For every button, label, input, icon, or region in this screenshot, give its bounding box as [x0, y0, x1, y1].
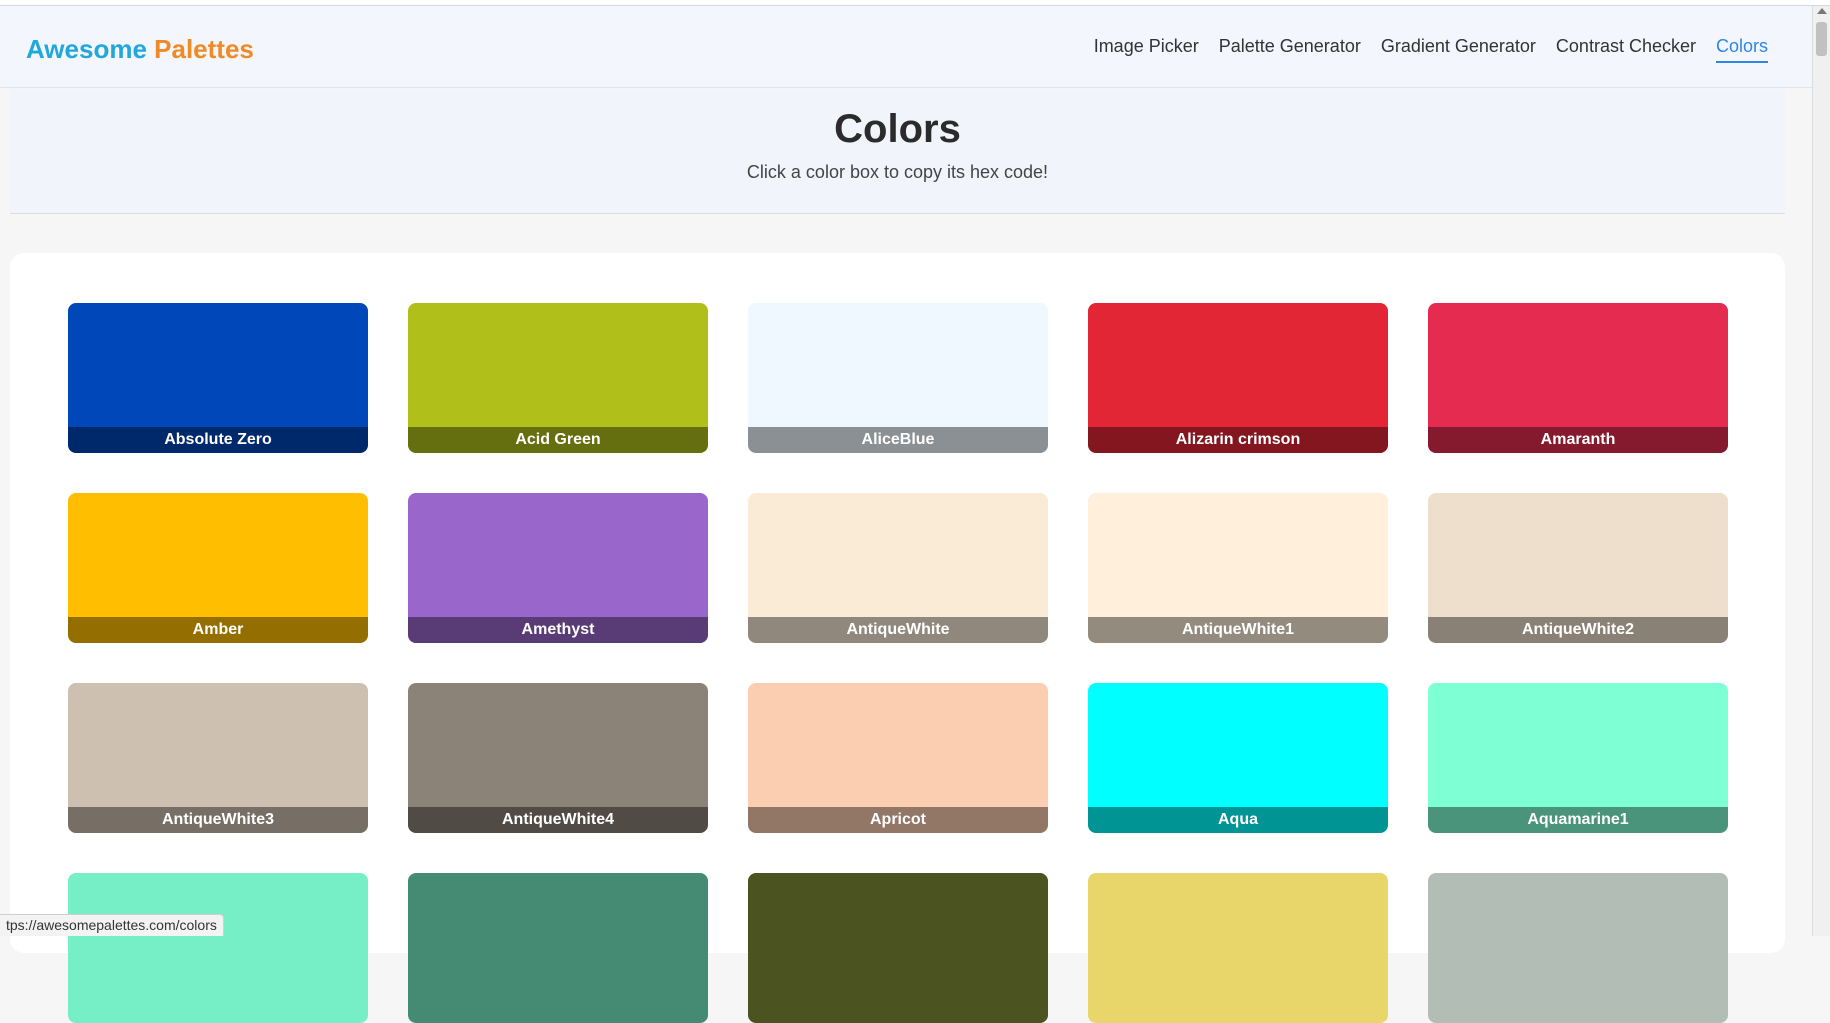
- color-card-amber[interactable]: Amber: [68, 493, 368, 643]
- color-card-antiquewhite4[interactable]: AntiqueWhite4: [408, 683, 708, 833]
- logo-text-awesome: Awesome: [26, 34, 147, 64]
- color-grid: Absolute Zero Acid Green AliceBlue Aliza…: [68, 303, 1728, 1023]
- link-status-bar: tps://awesomepalettes.com/colors: [0, 914, 224, 936]
- color-card-aquamarine1[interactable]: Aquamarine1: [1428, 683, 1728, 833]
- color-card-label: Amber: [68, 617, 368, 643]
- color-card-label: AntiqueWhite: [748, 617, 1048, 643]
- color-card-antiquewhite3[interactable]: AntiqueWhite3: [68, 683, 368, 833]
- color-card-label: AntiqueWhite3: [68, 807, 368, 833]
- vertical-scrollbar[interactable]: [1812, 6, 1830, 936]
- nav-palette-generator[interactable]: Palette Generator: [1219, 36, 1361, 63]
- color-card-label: Absolute Zero: [68, 427, 368, 453]
- color-grid-panel: Absolute Zero Acid Green AliceBlue Aliza…: [10, 253, 1785, 953]
- color-card-label: Amaranth: [1428, 427, 1728, 453]
- color-card-row4-4[interactable]: [1088, 873, 1388, 1023]
- nav-contrast-checker[interactable]: Contrast Checker: [1556, 36, 1696, 63]
- color-card-label: AntiqueWhite1: [1088, 617, 1388, 643]
- logo-text-palettes: Palettes: [154, 34, 254, 64]
- site-header: Awesome Palettes Image Picker Palette Ge…: [0, 6, 1812, 88]
- color-card-row4-3[interactable]: [748, 873, 1048, 1023]
- color-card-row4-5[interactable]: [1428, 873, 1728, 1023]
- color-card-aliceblue[interactable]: AliceBlue: [748, 303, 1048, 453]
- page-title: Colors: [10, 107, 1785, 152]
- color-card-amethyst[interactable]: Amethyst: [408, 493, 708, 643]
- color-card-row4-2[interactable]: [408, 873, 708, 1023]
- color-card-antiquewhite2[interactable]: AntiqueWhite2: [1428, 493, 1728, 643]
- main-nav: Image Picker Palette Generator Gradient …: [1094, 36, 1768, 63]
- page-hero: Colors Click a color box to copy its hex…: [10, 89, 1785, 214]
- color-card-aqua[interactable]: Aqua: [1088, 683, 1388, 833]
- color-card-label: Apricot: [748, 807, 1048, 833]
- nav-gradient-generator[interactable]: Gradient Generator: [1381, 36, 1536, 63]
- color-card-amaranth[interactable]: Amaranth: [1428, 303, 1728, 453]
- nav-image-picker[interactable]: Image Picker: [1094, 36, 1199, 63]
- color-card-label: Alizarin crimson: [1088, 427, 1388, 453]
- page-subtitle: Click a color box to copy its hex code!: [10, 162, 1785, 183]
- color-card-acid-green[interactable]: Acid Green: [408, 303, 708, 453]
- scroll-up-arrow-icon[interactable]: [1817, 8, 1827, 14]
- color-card-label: AliceBlue: [748, 427, 1048, 453]
- color-card-antiquewhite[interactable]: AntiqueWhite: [748, 493, 1048, 643]
- color-card-alizarin-crimson[interactable]: Alizarin crimson: [1088, 303, 1388, 453]
- scrollbar-thumb[interactable]: [1816, 22, 1827, 56]
- color-card-label: Amethyst: [408, 617, 708, 643]
- nav-colors[interactable]: Colors: [1716, 36, 1768, 63]
- color-card-label: Aquamarine1: [1428, 807, 1728, 833]
- color-card-absolute-zero[interactable]: Absolute Zero: [68, 303, 368, 453]
- color-card-row4-1[interactable]: [68, 873, 368, 1023]
- site-logo[interactable]: Awesome Palettes: [26, 34, 254, 65]
- color-card-label: AntiqueWhite4: [408, 807, 708, 833]
- color-card-label: Acid Green: [408, 427, 708, 453]
- color-card-label: AntiqueWhite2: [1428, 617, 1728, 643]
- color-card-apricot[interactable]: Apricot: [748, 683, 1048, 833]
- color-card-label: Aqua: [1088, 807, 1388, 833]
- color-card-antiquewhite1[interactable]: AntiqueWhite1: [1088, 493, 1388, 643]
